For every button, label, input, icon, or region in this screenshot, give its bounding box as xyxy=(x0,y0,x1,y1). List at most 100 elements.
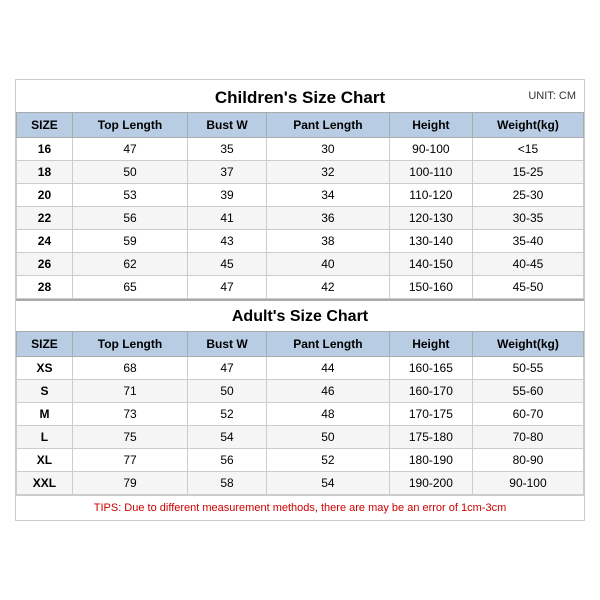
data-cell: 52 xyxy=(188,403,267,426)
adult-col-header-bust-w: Bust W xyxy=(188,332,267,357)
data-cell: 150-160 xyxy=(389,276,472,299)
data-cell: 47 xyxy=(188,276,267,299)
table-row: 26624540140-15040-45 xyxy=(17,253,584,276)
adult-chart-title: Adult's Size Chart xyxy=(16,299,584,331)
data-cell: 160-165 xyxy=(389,357,472,380)
data-cell: 100-110 xyxy=(389,161,472,184)
data-cell: 54 xyxy=(188,426,267,449)
table-row: 20533934110-12025-30 xyxy=(17,184,584,207)
data-cell: 180-190 xyxy=(389,449,472,472)
data-cell: 56 xyxy=(188,449,267,472)
table-row: XL775652180-19080-90 xyxy=(17,449,584,472)
data-cell: 50 xyxy=(188,380,267,403)
data-cell: <15 xyxy=(472,138,583,161)
data-cell: 175-180 xyxy=(389,426,472,449)
col-header-weight: Weight(kg) xyxy=(472,113,583,138)
data-cell: 75 xyxy=(72,426,187,449)
data-cell: 55-60 xyxy=(472,380,583,403)
data-cell: 46 xyxy=(266,380,389,403)
data-cell: 62 xyxy=(72,253,187,276)
table-row: 24594338130-14035-40 xyxy=(17,230,584,253)
data-cell: 120-130 xyxy=(389,207,472,230)
data-cell: 140-150 xyxy=(389,253,472,276)
children-size-table: SIZE Top Length Bust W Pant Length Heigh… xyxy=(16,112,584,299)
data-cell: 38 xyxy=(266,230,389,253)
data-cell: 58 xyxy=(188,472,267,495)
size-cell: 26 xyxy=(17,253,73,276)
table-row: 18503732100-11015-25 xyxy=(17,161,584,184)
data-cell: 190-200 xyxy=(389,472,472,495)
table-row: L755450175-18070-80 xyxy=(17,426,584,449)
data-cell: 56 xyxy=(72,207,187,230)
table-row: 1647353090-100<15 xyxy=(17,138,584,161)
data-cell: 90-100 xyxy=(389,138,472,161)
data-cell: 43 xyxy=(188,230,267,253)
tips-text: TIPS: Due to different measurement metho… xyxy=(16,495,584,520)
data-cell: 79 xyxy=(72,472,187,495)
data-cell: 68 xyxy=(72,357,187,380)
adult-title-text: Adult's Size Chart xyxy=(232,308,368,325)
table-row: XS684744160-16550-55 xyxy=(17,357,584,380)
table-row: 22564136120-13030-35 xyxy=(17,207,584,230)
data-cell: 77 xyxy=(72,449,187,472)
children-header-row: SIZE Top Length Bust W Pant Length Heigh… xyxy=(17,113,584,138)
data-cell: 35 xyxy=(188,138,267,161)
size-cell: XL xyxy=(17,449,73,472)
children-chart-title: Children's Size Chart UNIT: CM xyxy=(16,80,584,112)
data-cell: 40-45 xyxy=(472,253,583,276)
adult-header-row: SIZE Top Length Bust W Pant Length Heigh… xyxy=(17,332,584,357)
data-cell: 35-40 xyxy=(472,230,583,253)
data-cell: 71 xyxy=(72,380,187,403)
size-cell: 22 xyxy=(17,207,73,230)
data-cell: 48 xyxy=(266,403,389,426)
size-cell: XS xyxy=(17,357,73,380)
size-cell: 16 xyxy=(17,138,73,161)
unit-label: UNIT: CM xyxy=(528,90,576,102)
adult-col-header-weight: Weight(kg) xyxy=(472,332,583,357)
data-cell: 34 xyxy=(266,184,389,207)
size-cell: M xyxy=(17,403,73,426)
size-chart-container: Children's Size Chart UNIT: CM SIZE Top … xyxy=(15,79,585,521)
size-cell: S xyxy=(17,380,73,403)
data-cell: 80-90 xyxy=(472,449,583,472)
data-cell: 73 xyxy=(72,403,187,426)
data-cell: 25-30 xyxy=(472,184,583,207)
adult-col-header-height: Height xyxy=(389,332,472,357)
size-cell: 28 xyxy=(17,276,73,299)
data-cell: 40 xyxy=(266,253,389,276)
data-cell: 45 xyxy=(188,253,267,276)
data-cell: 45-50 xyxy=(472,276,583,299)
adult-size-table: SIZE Top Length Bust W Pant Length Heigh… xyxy=(16,331,584,495)
table-row: 28654742150-16045-50 xyxy=(17,276,584,299)
data-cell: 54 xyxy=(266,472,389,495)
data-cell: 42 xyxy=(266,276,389,299)
data-cell: 59 xyxy=(72,230,187,253)
table-row: XXL795854190-20090-100 xyxy=(17,472,584,495)
data-cell: 50-55 xyxy=(472,357,583,380)
col-header-size: SIZE xyxy=(17,113,73,138)
size-cell: 18 xyxy=(17,161,73,184)
data-cell: 39 xyxy=(188,184,267,207)
data-cell: 110-120 xyxy=(389,184,472,207)
size-cell: 20 xyxy=(17,184,73,207)
data-cell: 170-175 xyxy=(389,403,472,426)
data-cell: 41 xyxy=(188,207,267,230)
adult-col-header-pant-length: Pant Length xyxy=(266,332,389,357)
data-cell: 30-35 xyxy=(472,207,583,230)
col-header-pant-length: Pant Length xyxy=(266,113,389,138)
data-cell: 90-100 xyxy=(472,472,583,495)
children-title-text: Children's Size Chart xyxy=(215,88,385,107)
data-cell: 52 xyxy=(266,449,389,472)
data-cell: 47 xyxy=(72,138,187,161)
size-cell: 24 xyxy=(17,230,73,253)
table-row: S715046160-17055-60 xyxy=(17,380,584,403)
data-cell: 160-170 xyxy=(389,380,472,403)
data-cell: 44 xyxy=(266,357,389,380)
adult-col-header-top-length: Top Length xyxy=(72,332,187,357)
data-cell: 37 xyxy=(188,161,267,184)
adult-col-header-size: SIZE xyxy=(17,332,73,357)
data-cell: 15-25 xyxy=(472,161,583,184)
data-cell: 47 xyxy=(188,357,267,380)
data-cell: 53 xyxy=(72,184,187,207)
data-cell: 36 xyxy=(266,207,389,230)
